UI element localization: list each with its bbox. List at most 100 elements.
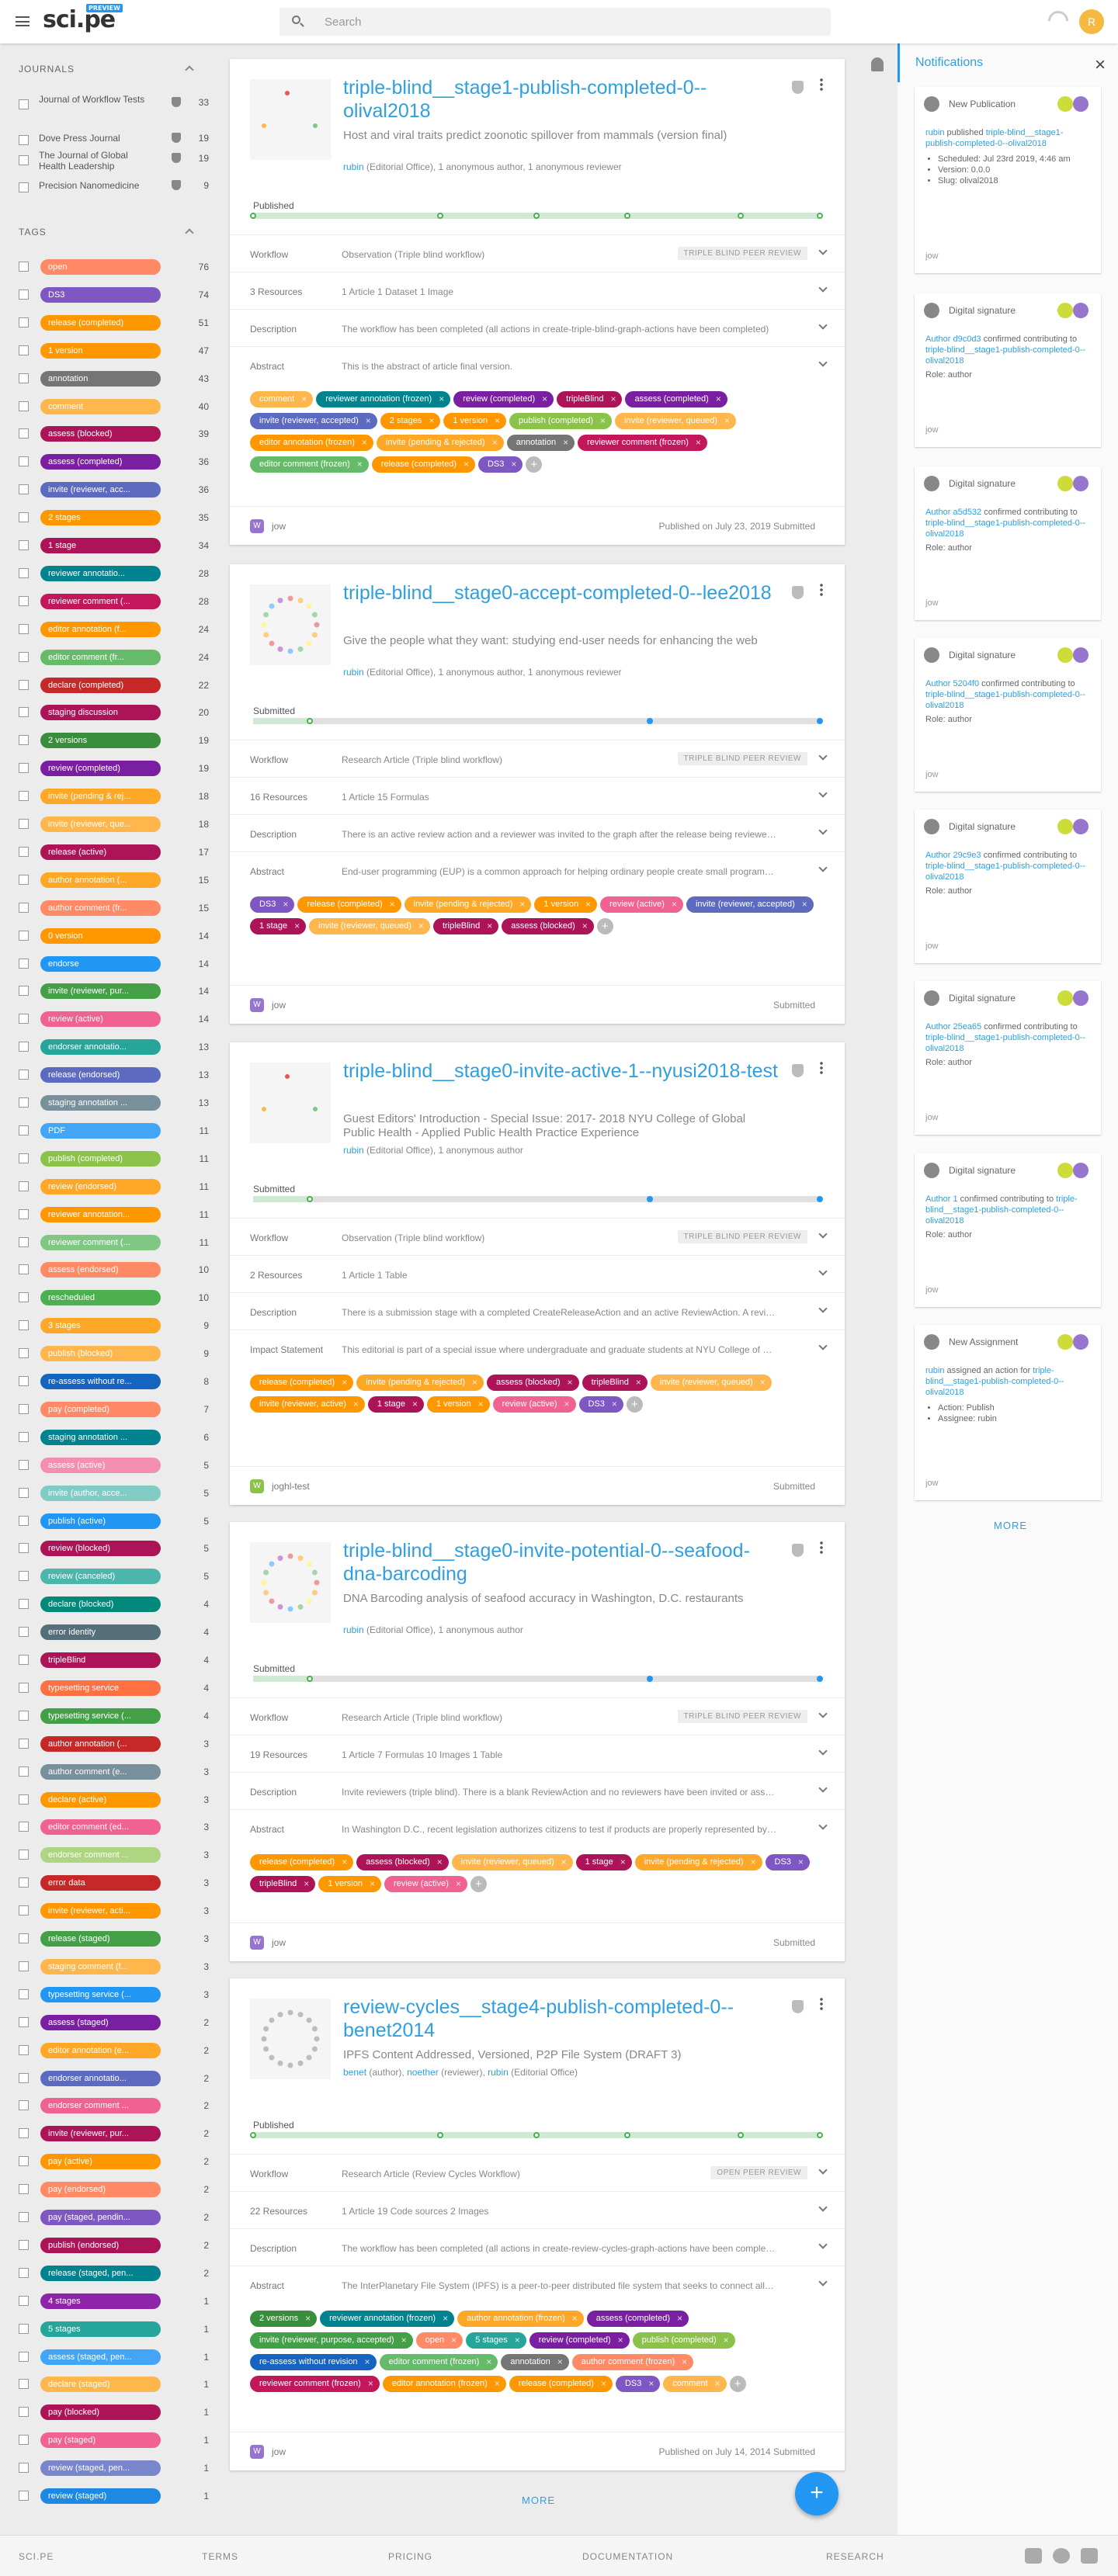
property-row[interactable]: Workflow Observation (Triple blind workfl… [230,234,845,273]
tag-chip[interactable]: 1 stage [250,918,307,934]
tag-item[interactable]: reviewer annotatio... 28 [19,565,209,581]
stage-dot[interactable] [817,718,823,724]
journal-item[interactable]: Precision Nanomedicine 9 [19,177,209,200]
tag-checkbox[interactable] [19,1515,29,1526]
add-tag-button[interactable]: + [729,2376,746,2392]
tag-item[interactable]: invite (author, acce... 5 [19,1485,209,1501]
tag-chip[interactable]: reviewer comment (frozen) [250,2376,380,2392]
tag-checkbox[interactable] [19,2463,29,2474]
tag-checkbox[interactable] [19,2323,29,2334]
tag-item[interactable]: release (endorsed) 13 [19,1067,209,1083]
tag-item[interactable]: staging annotation ... 13 [19,1095,209,1111]
github-icon[interactable] [1053,2548,1070,2564]
tag-checkbox[interactable] [19,1153,29,1163]
tag-item[interactable]: error data 3 [19,1875,209,1891]
tag-chip[interactable]: editor annotation (frozen) [250,435,373,451]
tag-checkbox[interactable] [19,958,29,969]
tag-item[interactable]: author annotation (... 3 [19,1735,209,1752]
tag-checkbox[interactable] [19,1403,29,1414]
tag-checkbox[interactable] [19,763,29,774]
tag-item[interactable]: invite (reviewer, pur... 14 [19,983,209,1000]
chevron-down-icon[interactable] [818,1229,828,1239]
tag-item[interactable]: editor annotation (f... 24 [19,621,209,637]
tag-chip[interactable]: invite (reviewer, active) [250,1396,365,1413]
property-row[interactable]: Description There is a submission stage w… [230,1292,845,1331]
tag-chip[interactable]: author annotation (frozen) [457,2311,584,2327]
tag-item[interactable]: pay (active) 2 [19,2154,209,2170]
tag-chip[interactable]: invite (reviewer, queued) [615,413,736,429]
stage-dot[interactable] [647,718,653,724]
tag-checkbox[interactable] [19,1627,29,1638]
notification-target-link[interactable]: triple-blind__stage1-publish-completed-0… [925,690,1085,710]
tag-chip[interactable]: release (completed) [509,2376,613,2392]
twitter-icon[interactable] [1025,2548,1042,2564]
bell-icon[interactable] [871,57,884,71]
stage-dot[interactable] [817,2132,823,2138]
tag-item[interactable]: pay (endorsed) 2 [19,2182,209,2198]
tag-item[interactable]: typesetting service (... 4 [19,1708,209,1724]
tag-item[interactable]: invite (pending & rej... 18 [19,789,209,805]
tag-chip[interactable]: review (completed) [529,2332,630,2349]
journal-item[interactable]: The Journal of Global Health Leadership 1… [19,150,209,173]
tag-chip[interactable]: review (active) [600,896,683,913]
notification-user-link[interactable]: Author d9c0d3 [925,335,981,344]
tag-checkbox[interactable] [19,1961,29,1971]
tag-checkbox[interactable] [19,902,29,913]
property-row[interactable]: Impact Statement This editorial is part o… [230,1330,845,1368]
tag-checkbox[interactable] [19,1264,29,1275]
add-fab-button[interactable]: + [795,2472,838,2515]
add-tag-button[interactable]: + [526,456,543,473]
stage-dot[interactable] [250,213,256,219]
tag-checkbox[interactable] [19,1070,29,1080]
tag-checkbox[interactable] [19,791,29,802]
tag-checkbox[interactable] [19,846,29,857]
chevron-down-icon[interactable] [818,2203,828,2212]
more-options-icon[interactable] [820,1061,823,1075]
tag-checkbox[interactable] [19,456,29,467]
user-avatar[interactable]: W [250,998,264,1012]
footer-user[interactable]: jow [272,1937,286,1948]
journal-item[interactable]: Journal of Workflow Tests 33 [19,94,209,117]
tag-item[interactable]: release (active) 17 [19,844,209,860]
notification-card[interactable]: New Assignment rubin assigned an action f… [915,1325,1101,1500]
chevron-down-icon[interactable] [818,2240,828,2249]
tag-chip[interactable]: release (completed) [250,1375,354,1391]
tag-checkbox[interactable] [19,1822,29,1832]
tag-checkbox[interactable] [19,512,29,523]
tag-item[interactable]: endorser comment ... 2 [19,2098,209,2114]
footer-link-documentation[interactable]: DOCUMENTATION [582,2551,673,2562]
stage-dot[interactable] [250,2132,256,2138]
tag-checkbox[interactable] [19,651,29,662]
notification-card[interactable]: Digital signature Author 25ea65 confirmed… [915,981,1101,1135]
tag-item[interactable]: 2 versions 19 [19,733,209,749]
tag-item[interactable]: rescheduled 10 [19,1290,209,1306]
property-row[interactable]: Description There is an active review act… [230,814,845,853]
add-tag-button[interactable]: + [626,1396,643,1413]
property-row[interactable]: 16 Resources 1 Article 15 Formulas [230,777,845,816]
tag-item[interactable]: review (blocked) 5 [19,1541,209,1557]
stage-dot[interactable] [533,213,540,219]
tag-chip[interactable]: invite (pending & rejected) [356,1375,484,1391]
tag-chip[interactable]: DS3 [477,456,523,473]
tag-checkbox[interactable] [19,2100,29,2111]
tag-item[interactable]: typesetting service 4 [19,1680,209,1696]
tag-checkbox[interactable] [19,1208,29,1219]
tag-item[interactable]: pay (staged) 1 [19,2432,209,2449]
tag-checkbox[interactable] [19,2156,29,2167]
journal-checkbox[interactable] [19,99,29,109]
tag-checkbox[interactable] [19,1014,29,1025]
tag-item[interactable]: endorser annotatio... 2 [19,2070,209,2086]
chevron-down-icon[interactable] [818,1304,828,1313]
tag-chip[interactable]: invite (pending & rejected) [634,1854,762,1870]
tag-item[interactable]: review (staged, pen... 1 [19,2460,209,2477]
tag-chip[interactable]: comment [663,2376,727,2392]
chevron-down-icon[interactable] [818,358,828,367]
tag-item[interactable]: error identity 4 [19,1624,209,1641]
tag-item[interactable]: assess (blocked) 39 [19,426,209,442]
tag-checkbox[interactable] [19,1599,29,1610]
more-options-icon[interactable] [820,78,823,92]
tag-chip[interactable]: invite (pending & rejected) [376,435,504,451]
tag-item[interactable]: pay (completed) 7 [19,1401,209,1417]
notification-target-link[interactable]: triple-blind__stage1-publish-completed-0… [925,1033,1085,1053]
add-tag-button[interactable]: + [470,1876,487,1892]
